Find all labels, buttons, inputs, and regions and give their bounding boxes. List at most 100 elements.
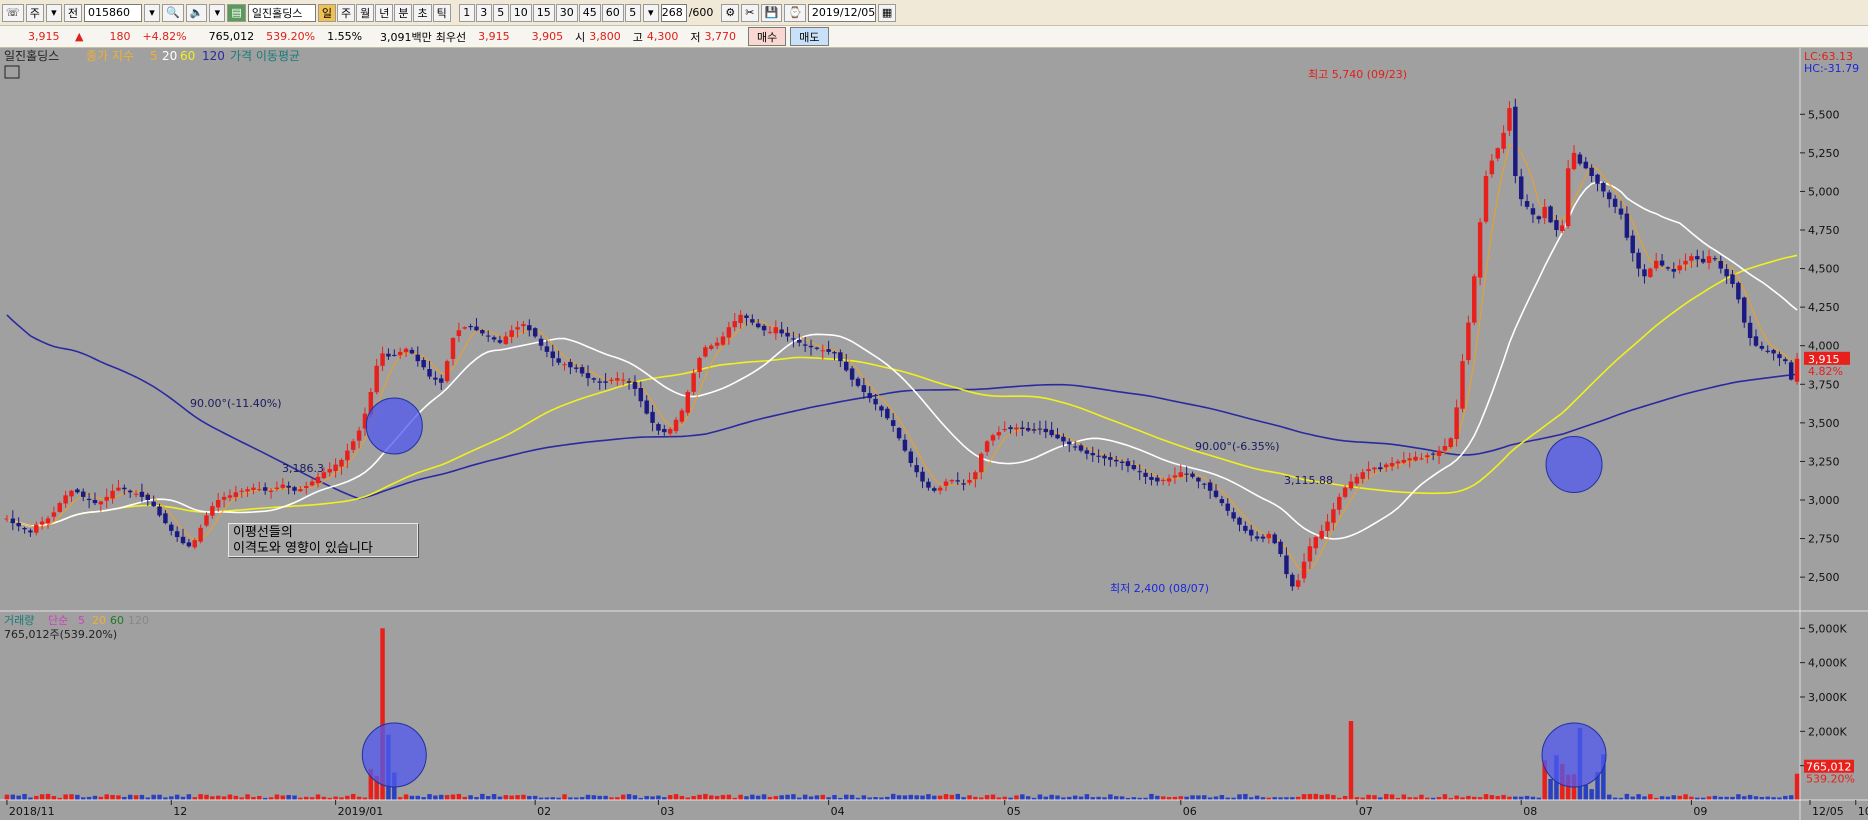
interval-8[interactable]: 5 (624, 3, 641, 22)
volume-bar (943, 794, 949, 800)
candle-body (421, 360, 426, 368)
candle-body (943, 481, 949, 486)
candle-body (1372, 467, 1377, 470)
chart-tool-icon[interactable]: ▤ (227, 3, 246, 22)
candle-body (979, 453, 984, 473)
mode-select[interactable]: 주 (25, 3, 44, 22)
candle-body (1472, 276, 1477, 323)
clock-icon[interactable]: ⌚ (784, 3, 806, 22)
mode-dropdown-icon[interactable]: ▾ (45, 3, 62, 22)
y-tick-label: 4,000 (1808, 340, 1840, 353)
volume-bar (45, 793, 51, 800)
volume-highlight-circle (361, 722, 427, 788)
settings-icon[interactable]: ⚙ (721, 3, 740, 22)
vol-tick-label: 5,000K (1808, 622, 1847, 635)
stock-code-input[interactable]: 015860 (84, 3, 143, 22)
candle-body (298, 489, 303, 492)
period-tab-3[interactable]: 년 (375, 3, 394, 22)
candle-body (1149, 477, 1154, 480)
period-tab-6[interactable]: 틱 (432, 3, 451, 22)
interval-1[interactable]: 3 (475, 3, 492, 22)
count-input[interactable]: 268 (660, 3, 687, 22)
legend-ma-60: 60 (180, 49, 195, 63)
candle-body (503, 336, 509, 344)
interval-3[interactable]: 10 (509, 3, 532, 22)
speaker-icon[interactable]: 🔈 (185, 3, 208, 22)
volume-bar (656, 795, 661, 800)
period-tab-2[interactable]: 월 (356, 3, 375, 22)
volume-bar (902, 795, 908, 800)
interval-7[interactable]: 60 (601, 3, 624, 22)
speaker-dropdown-icon[interactable]: ▾ (209, 3, 226, 22)
volume-bar (427, 794, 432, 800)
interval-6[interactable]: 45 (578, 3, 601, 22)
quote-bar: 3,915 ▲ 180 +4.82% 765,012 539.20% 1.55%… (0, 26, 1868, 48)
volume-bar (1025, 796, 1031, 800)
volume-bar (480, 793, 485, 800)
candle-body (1290, 574, 1295, 587)
candle-body (204, 515, 209, 526)
legend-ma-title: 종가 지수 (86, 49, 134, 63)
tools-icon[interactable]: ✂ (741, 3, 759, 22)
legend-ma-20: 20 (162, 49, 177, 63)
code-dropdown-icon[interactable]: ▾ (144, 3, 161, 22)
volume-bar (744, 796, 749, 800)
volume-bar (1155, 795, 1160, 800)
volume-bar (779, 795, 784, 800)
candle-body (579, 367, 585, 374)
y-tick-label: 4,250 (1808, 301, 1840, 314)
candle-body (1724, 269, 1729, 277)
interval-5[interactable]: 30 (555, 3, 578, 22)
volume-bar (1589, 789, 1594, 800)
candle-body (1207, 482, 1213, 491)
candle-body (474, 326, 479, 331)
candle-body (1513, 106, 1518, 176)
volume-legend-title: 거래량 (4, 614, 34, 627)
interval-0[interactable]: 1 (458, 3, 475, 22)
stock-chart[interactable]: 5,500 5,250 5,000 4,750 4,500 4,250 4,000 3,750… (0, 48, 1868, 820)
volume-bar (632, 795, 638, 800)
volume-bar (1113, 796, 1119, 800)
period-tab-5[interactable]: 초 (413, 3, 432, 22)
candle-body (849, 368, 855, 380)
interval-2[interactable]: 5 (492, 3, 509, 22)
volume-bar (1119, 796, 1125, 800)
y-tick-label: 3,750 (1808, 378, 1840, 391)
volume-bar (949, 794, 955, 800)
period-tab-1[interactable]: 주 (336, 3, 356, 22)
candle (444, 359, 450, 383)
search-icon[interactable]: 🔍 (162, 3, 184, 22)
candle-body (1483, 176, 1489, 222)
candle-body (949, 479, 955, 482)
candle-body (609, 379, 614, 381)
interval-4[interactable]: 15 (532, 3, 555, 22)
candle-body (1360, 472, 1365, 479)
phone-icon[interactable]: ☏ (2, 3, 24, 22)
period-tab-4[interactable]: 분 (394, 3, 413, 22)
candle-body (1225, 503, 1230, 511)
date-input[interactable]: 2019/12/05 (807, 3, 876, 22)
candle-body (1401, 459, 1407, 463)
period-tab-0[interactable]: 일 (317, 3, 336, 22)
volume-bar (450, 794, 456, 800)
interval-dropdown-icon[interactable]: ▾ (642, 3, 659, 22)
volume-bar (820, 794, 825, 800)
candle-body (127, 490, 133, 493)
candle-body (1172, 475, 1178, 478)
volume-bar (1683, 794, 1688, 800)
x-tick-label: 04 (831, 805, 845, 818)
candle-body (532, 328, 538, 337)
volume-bar (1342, 795, 1348, 800)
save-icon[interactable]: 💾 (760, 3, 783, 22)
buy-button[interactable]: 매수 (748, 27, 787, 46)
prev-button[interactable]: 전 (63, 3, 83, 22)
candle-body (28, 530, 33, 533)
calendar-icon[interactable]: ▦ (877, 3, 897, 22)
volume-bar (814, 795, 820, 800)
candle-body (1025, 428, 1031, 431)
candle-body (110, 490, 115, 499)
candle-body (779, 329, 784, 334)
chart-note-box[interactable]: 이평선들의 이격도와 영향이 있습니다 (228, 523, 418, 557)
sell-button[interactable]: 매도 (790, 27, 829, 46)
candle-body (163, 513, 168, 524)
